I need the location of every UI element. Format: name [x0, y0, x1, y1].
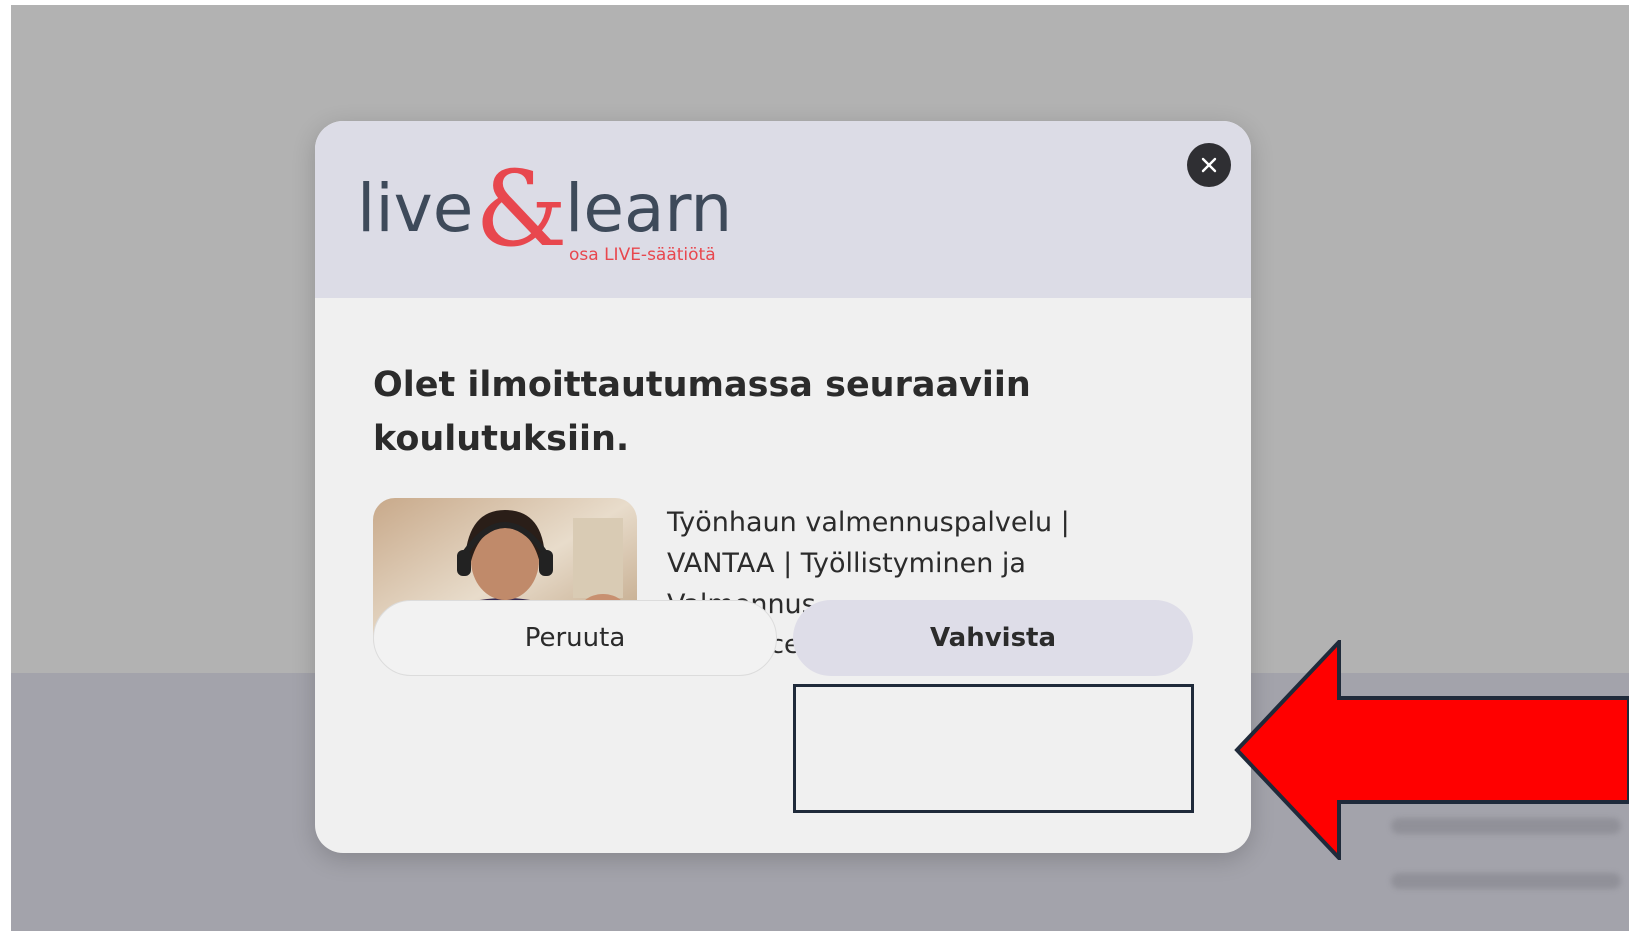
annotation-arrow [1234, 640, 1629, 860]
dialog-header: live & learn osa LIVE-säätiötä [315, 121, 1251, 298]
close-button[interactable] [1187, 143, 1231, 187]
live-and-learn-logo: live & learn osa LIVE-säätiötä [357, 153, 732, 270]
annotation-highlight-box [793, 684, 1194, 813]
svg-text:learn: learn [565, 170, 732, 247]
cancel-button[interactable]: Peruuta [373, 600, 777, 676]
svg-text:&: & [475, 153, 568, 270]
blurred-text [1391, 873, 1621, 889]
svg-text:live: live [357, 170, 473, 247]
dialog-title: Olet ilmoittautumassa seuraaviin koulutu… [373, 365, 1031, 459]
svg-text:osa LIVE-säätiötä: osa LIVE-säätiötä [569, 245, 716, 265]
confirm-button[interactable]: Vahvista [793, 600, 1193, 676]
close-icon [1201, 157, 1217, 173]
